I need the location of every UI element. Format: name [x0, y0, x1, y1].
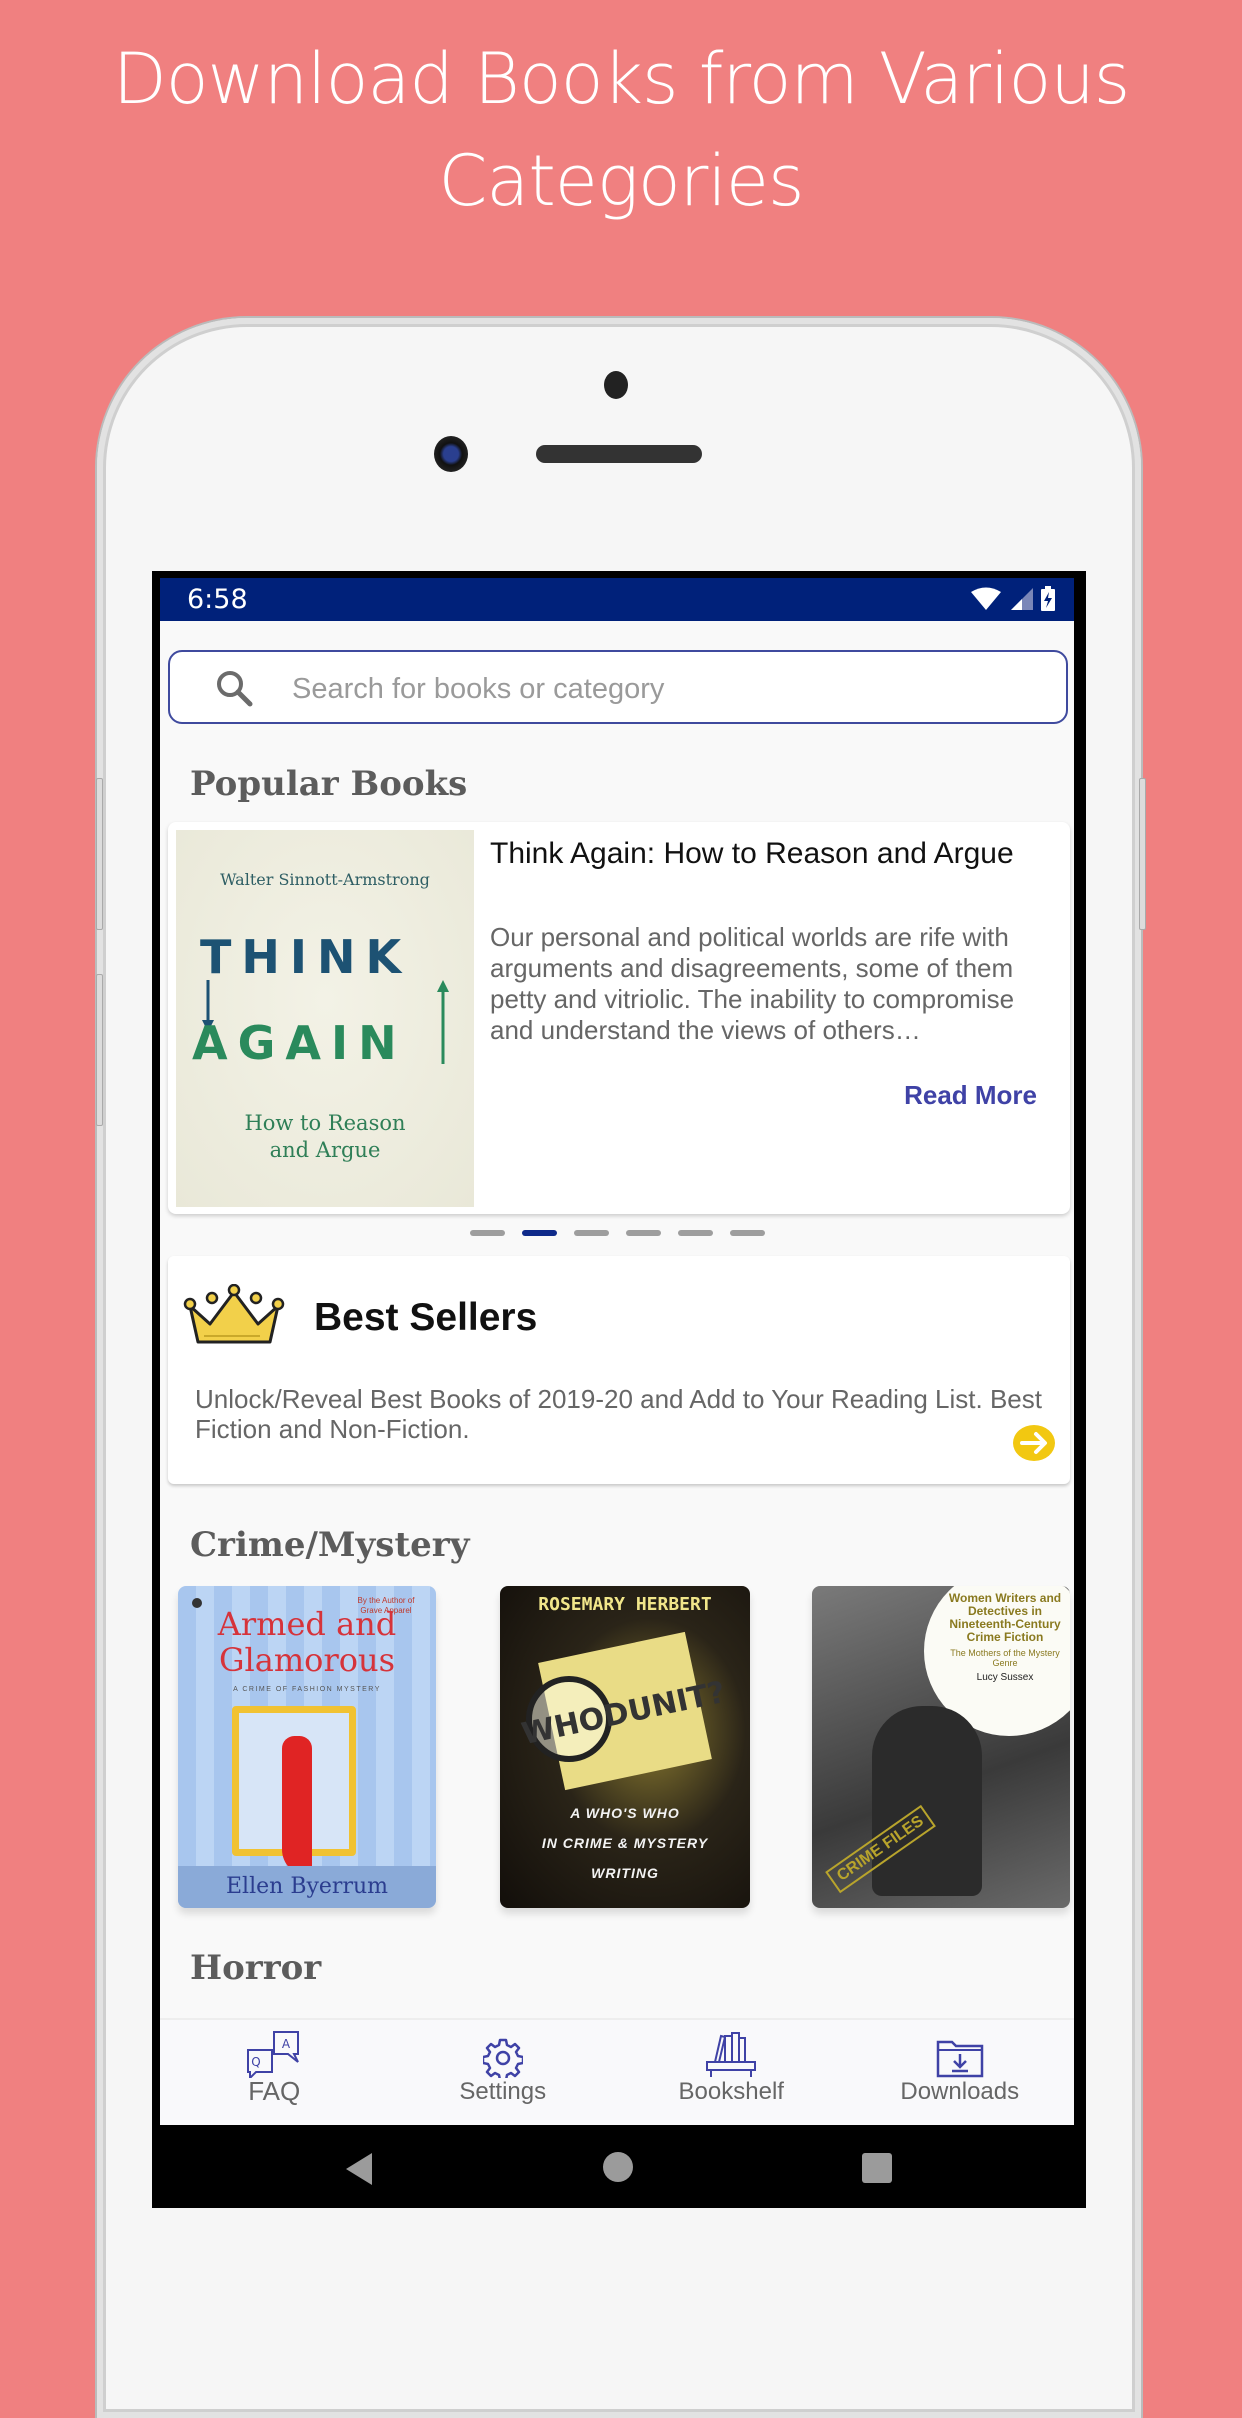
download-folder-icon [936, 2040, 983, 2078]
nav-item-bookshelf[interactable]: Bookshelf [617, 2020, 846, 2125]
carousel-indicator [160, 1230, 1074, 1236]
carousel-dot-active[interactable] [521, 1230, 557, 1236]
crime-mystery-book-list: By the Author of Grave Apparel Armed and… [160, 1586, 1074, 1916]
recents-icon[interactable] [862, 2153, 892, 2183]
book-cover-armed-and-glamorous[interactable]: By the Author of Grave Apparel Armed and… [178, 1586, 436, 1908]
gear-icon [482, 2038, 523, 2078]
nav-item-settings[interactable]: Settings [389, 2020, 618, 2125]
cover-author: Ellen Byerrum [226, 1874, 388, 1899]
book-description: Our personal and political worlds are ri… [490, 922, 1015, 1045]
cover-subtitle: How to Reason and Argue [176, 1110, 474, 1164]
section-title-horror: Horror [190, 1948, 322, 1988]
cover-title-line: Armed and [217, 1605, 397, 1643]
cover-subtitle-line: How to Reason [244, 1111, 406, 1135]
bottom-navigation: A Q FAQ Settings Bookshelf Downloads [160, 2018, 1074, 2125]
cover-subtitle-line: IN CRIME & MYSTERY [541, 1835, 709, 1851]
home-icon[interactable] [602, 2151, 634, 2183]
nav-item-faq[interactable]: A Q FAQ [160, 2020, 389, 2125]
search-bar[interactable] [168, 650, 1068, 724]
cover-subtitle-line: A WHO'S WHO [570, 1805, 680, 1821]
book-cover-women-writers[interactable]: Women Writers and Detectives in Nineteen… [812, 1586, 1070, 1908]
phone-side-button [96, 974, 103, 1126]
cover-author: ROSEMARY HERBERT [538, 1594, 712, 1615]
carousel-dot[interactable] [573, 1230, 609, 1236]
cover-illustration-figure [872, 1706, 982, 1896]
nav-label: Settings [459, 2078, 547, 2105]
book-cover[interactable]: Walter Sinnott-Armstrong THINK AGAIN How… [176, 830, 474, 1207]
status-time: 6:58 [187, 584, 248, 615]
cover-tagline: A CRIME OF FASHION MYSTERY [233, 1686, 381, 1693]
svg-text:A: A [282, 2037, 291, 2051]
cover-author: Walter Sinnott-Armstrong [220, 870, 430, 889]
best-sellers-card[interactable]: Best Sellers Unlock/Reveal Best Books of… [168, 1256, 1070, 1484]
cover-title: Women Writers and Detectives in Nineteen… [948, 1591, 1062, 1644]
carousel-dot[interactable] [469, 1230, 505, 1236]
proximity-sensor [604, 371, 628, 399]
book-title[interactable]: Think Again: How to Reason and Argue [490, 836, 1050, 872]
front-camera [434, 436, 468, 472]
carousel-dot[interactable] [625, 1230, 661, 1236]
phone-side-button [96, 778, 103, 930]
crown-icon [183, 1284, 285, 1344]
bookshelf-icon [706, 2032, 757, 2077]
best-sellers-description: Unlock/Reveal Best Books of 2019-20 and … [195, 1384, 1042, 1444]
headline-line-1: Download Books from Various [112, 38, 1130, 120]
system-navigation-bar [160, 2125, 1074, 2208]
nav-item-downloads[interactable]: Downloads [846, 2020, 1075, 2125]
back-icon[interactable] [344, 2153, 374, 2185]
svg-text:Q: Q [252, 2055, 261, 2069]
status-bar: 6:58 [160, 578, 1074, 621]
faq-icon: A Q [247, 2031, 300, 2078]
carousel-dot[interactable] [729, 1230, 765, 1236]
cover-title-word-2: AGAIN [192, 1016, 407, 1070]
arrow-right-circle-icon[interactable] [1012, 1424, 1056, 1462]
cover-illustration-dress [282, 1736, 312, 1876]
promo-headline: Download Books from Various Categories [0, 28, 1242, 232]
cover-subtitle: The Mothers of the Mystery Genre [950, 1648, 1060, 1668]
cover-title-word-1: THINK [200, 930, 412, 984]
search-icon [217, 671, 253, 707]
app-screen: 6:58 Popular Books Walter Sinnott-Armstr… [160, 578, 1074, 2125]
headline-line-2: Categories [438, 140, 805, 222]
featured-book-card[interactable]: Walter Sinnott-Armstrong THINK AGAIN How… [168, 822, 1070, 1214]
cover-subtitle-line: and Argue [269, 1138, 381, 1162]
cover-subtitle-line: WRITING [591, 1865, 659, 1881]
book-cover-whodunit[interactable]: ROSEMARY HERBERT WHODUNIT? A WHO'S WHO I… [500, 1586, 750, 1908]
carousel-dot[interactable] [677, 1230, 713, 1236]
search-input[interactable] [290, 666, 1034, 712]
earpiece-speaker [536, 445, 702, 463]
section-title-popular: Popular Books [190, 764, 468, 804]
cover-author: Lucy Sussex [976, 1672, 1034, 1683]
read-more-link[interactable]: Read More [904, 1080, 1037, 1111]
section-title-crime-mystery: Crime/Mystery [190, 1525, 470, 1565]
nav-label: Downloads [900, 2078, 1020, 2105]
signal-icon [1011, 588, 1033, 610]
battery-charging-icon [1041, 586, 1055, 611]
cover-title-line: Glamorous [218, 1641, 396, 1679]
best-sellers-title: Best Sellers [314, 1296, 538, 1339]
wifi-icon [971, 587, 1001, 610]
arrow-up-icon [437, 980, 449, 1064]
nav-label: Bookshelf [678, 2078, 784, 2105]
phone-power-button [1139, 778, 1146, 930]
nav-label: FAQ [248, 2076, 301, 2106]
